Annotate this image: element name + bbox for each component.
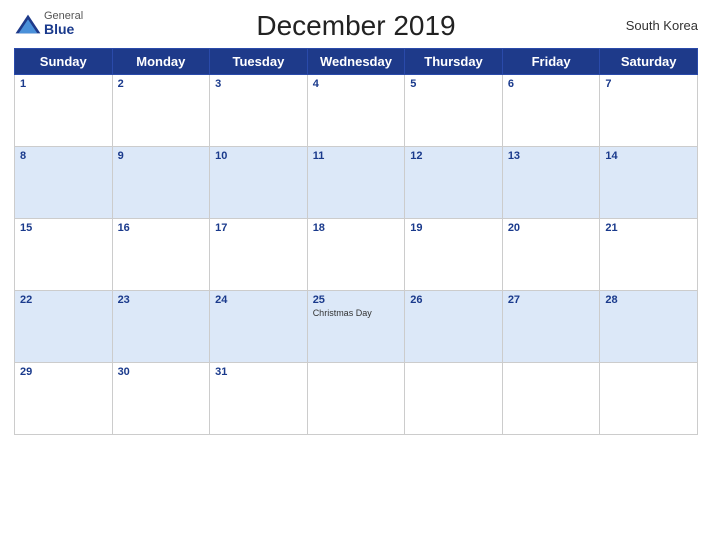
calendar-cell: 8 (15, 147, 113, 219)
header-friday: Friday (502, 49, 600, 75)
date-number: 22 (20, 294, 107, 306)
date-number: 7 (605, 78, 692, 90)
date-number: 23 (118, 294, 205, 306)
date-number: 25 (313, 294, 400, 306)
date-number: 31 (215, 366, 302, 378)
date-number: 2 (118, 78, 205, 90)
date-number: 26 (410, 294, 497, 306)
date-number: 8 (20, 150, 107, 162)
date-number: 21 (605, 222, 692, 234)
country-label: South Korea (626, 18, 698, 33)
calendar-cell: 21 (600, 219, 698, 291)
header-monday: Monday (112, 49, 210, 75)
calendar-cell: 3 (210, 75, 308, 147)
header-wednesday: Wednesday (307, 49, 405, 75)
header-saturday: Saturday (600, 49, 698, 75)
calendar-cell: 6 (502, 75, 600, 147)
day-header-row: Sunday Monday Tuesday Wednesday Thursday… (15, 49, 698, 75)
date-number: 6 (508, 78, 595, 90)
calendar-container: General Blue December 2019 South Korea S… (0, 0, 712, 550)
calendar-header: General Blue December 2019 South Korea (14, 10, 698, 42)
calendar-cell: 13 (502, 147, 600, 219)
week-row-5: 29 30 31 (15, 363, 698, 435)
date-number: 20 (508, 222, 595, 234)
calendar-cell: 7 (600, 75, 698, 147)
calendar-cell: 19 (405, 219, 503, 291)
calendar-cell: 20 (502, 219, 600, 291)
calendar-cell (600, 363, 698, 435)
date-number: 10 (215, 150, 302, 162)
calendar-cell: 10 (210, 147, 308, 219)
calendar-cell: 30 (112, 363, 210, 435)
week-row-4: 22 23 24 25 Christmas Day 26 27 28 (15, 291, 698, 363)
calendar-cell: 31 (210, 363, 308, 435)
date-number: 19 (410, 222, 497, 234)
date-number: 5 (410, 78, 497, 90)
date-number: 11 (313, 150, 400, 162)
calendar-cell: 17 (210, 219, 308, 291)
header-thursday: Thursday (405, 49, 503, 75)
week-row-3: 15 16 17 18 19 20 21 (15, 219, 698, 291)
date-number: 9 (118, 150, 205, 162)
calendar-cell: 22 (15, 291, 113, 363)
logo-area: General Blue (14, 10, 83, 37)
calendar-cell: 2 (112, 75, 210, 147)
calendar-cell: 15 (15, 219, 113, 291)
calendar-cell (405, 363, 503, 435)
calendar-cell: 1 (15, 75, 113, 147)
calendar-cell: 27 (502, 291, 600, 363)
header-sunday: Sunday (15, 49, 113, 75)
week-row-2: 89 10 11 12 13 14 (15, 147, 698, 219)
date-number: 17 (215, 222, 302, 234)
date-number: 4 (313, 78, 400, 90)
generalblue-logo-icon (14, 13, 42, 35)
calendar-cell: 18 (307, 219, 405, 291)
date-number: 3 (215, 78, 302, 90)
date-number: 28 (605, 294, 692, 306)
date-number: 12 (410, 150, 497, 162)
calendar-cell: 12 (405, 147, 503, 219)
month-title: December 2019 (256, 10, 455, 42)
calendar-cell (307, 363, 405, 435)
holiday-label: Christmas Day (313, 308, 400, 318)
calendar-cell: 11 (307, 147, 405, 219)
week-row-1: 1234567 (15, 75, 698, 147)
calendar-cell: 29 (15, 363, 113, 435)
logo-blue-text: Blue (44, 22, 83, 37)
date-number: 24 (215, 294, 302, 306)
calendar-cell: 16 (112, 219, 210, 291)
date-number: 29 (20, 366, 107, 378)
calendar-cell: 5 (405, 75, 503, 147)
calendar-cell: 14 (600, 147, 698, 219)
date-number: 1 (20, 78, 107, 90)
header-tuesday: Tuesday (210, 49, 308, 75)
calendar-cell: 26 (405, 291, 503, 363)
date-number: 15 (20, 222, 107, 234)
date-number: 13 (508, 150, 595, 162)
calendar-cell: 9 (112, 147, 210, 219)
date-number: 14 (605, 150, 692, 162)
calendar-cell: 25 Christmas Day (307, 291, 405, 363)
calendar-cell: 28 (600, 291, 698, 363)
date-number: 27 (508, 294, 595, 306)
calendar-cell (502, 363, 600, 435)
date-number: 16 (118, 222, 205, 234)
date-number: 18 (313, 222, 400, 234)
calendar-cell: 23 (112, 291, 210, 363)
calendar-cell: 24 (210, 291, 308, 363)
calendar-cell: 4 (307, 75, 405, 147)
date-number: 30 (118, 366, 205, 378)
calendar-table: Sunday Monday Tuesday Wednesday Thursday… (14, 48, 698, 435)
